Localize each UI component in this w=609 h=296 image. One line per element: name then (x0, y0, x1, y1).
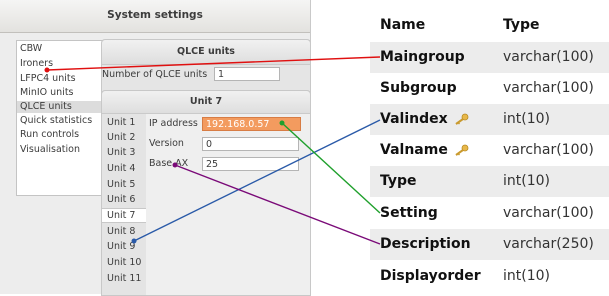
key-icon (455, 144, 469, 156)
title-bar: System settings (0, 0, 310, 33)
base-ax-input[interactable]: 25 (202, 157, 299, 171)
unit-tab-11[interactable]: Unit 11 (102, 271, 145, 286)
table-row: Valindex int(10) (370, 104, 609, 135)
nav-item-ironers[interactable]: Ironers (20, 58, 53, 70)
table-row: Setting varchar(100) (370, 198, 609, 229)
version-label: Version (149, 138, 184, 149)
row-type: int(10) (503, 111, 550, 127)
settings-nav-list: CBW Ironers LFPC4 units MinIO units QLCE… (16, 40, 111, 196)
unit-tab-10[interactable]: Unit 10 (102, 255, 145, 270)
nav-item-run-controls[interactable]: Run controls (20, 129, 79, 141)
nav-item-minio-units[interactable]: MinIO units (20, 87, 74, 99)
row-type: int(10) (503, 268, 550, 284)
qlce-units-title: QLCE units (177, 46, 235, 57)
row-name: Type (380, 173, 417, 189)
row-type: varchar(250) (503, 236, 594, 252)
row-name: Displayorder (380, 268, 481, 284)
key-icon (455, 113, 469, 125)
table-row: Type int(10) (370, 166, 609, 197)
window-title: System settings (107, 9, 203, 21)
qlce-units-panel-header: QLCE units (102, 40, 310, 65)
table-row: Maingroup varchar(100) (370, 42, 609, 73)
row-name: Setting (380, 205, 438, 221)
table-row: Valname varchar(100) (370, 135, 609, 166)
table-header-row: Name Type (370, 10, 609, 41)
header-type: Type (503, 17, 540, 33)
ip-address-input[interactable]: 192.168.0.57 (202, 117, 301, 131)
row-name: Valname (380, 142, 448, 158)
row-name: Subgroup (380, 80, 457, 96)
table-row: Displayorder int(10) (370, 261, 609, 292)
table-row: Subgroup varchar(100) (370, 73, 609, 104)
unit-tab-8[interactable]: Unit 8 (102, 224, 145, 239)
base-ax-label: Base AX (149, 158, 189, 169)
settings-window: System settings CBW Ironers LFPC4 units … (0, 0, 311, 296)
unit-tab-7[interactable]: Unit 7 (102, 208, 147, 223)
row-name: Maingroup (380, 49, 465, 65)
row-type: varchar(100) (503, 142, 594, 158)
unit-tab-5[interactable]: Unit 5 (102, 177, 145, 192)
row-type: varchar(100) (503, 205, 594, 221)
unit-count-input[interactable]: 1 (214, 67, 280, 81)
nav-item-cbw[interactable]: CBW (20, 43, 42, 55)
unit-tab-1[interactable]: Unit 1 (102, 115, 145, 130)
unit-tab-3[interactable]: Unit 3 (102, 145, 145, 160)
ip-address-label: IP address (149, 118, 198, 129)
unit-tab-6[interactable]: Unit 6 (102, 192, 145, 207)
row-name: Valindex (380, 111, 448, 127)
version-input[interactable]: 0 (202, 137, 299, 151)
unit-panel-title: Unit 7 (189, 96, 223, 107)
unit-tab-2[interactable]: Unit 2 (102, 130, 145, 145)
row-type: varchar(100) (503, 80, 594, 96)
row-type: varchar(100) (503, 49, 594, 65)
unit-tab-list: Unit 1 Unit 2 Unit 3 Unit 4 Unit 5 Unit … (102, 114, 147, 295)
nav-item-visualisation[interactable]: Visualisation (20, 144, 80, 156)
nav-item-lfpc4-units[interactable]: LFPC4 units (20, 73, 76, 85)
row-name: Description (380, 236, 471, 252)
unit-count-label: Number of QLCE units (102, 69, 208, 80)
diagram: System settings CBW Ironers LFPC4 units … (0, 0, 609, 296)
unit-tab-9[interactable]: Unit 9 (102, 239, 145, 254)
unit-panel-header: Unit 7 (102, 91, 310, 114)
row-type: int(10) (503, 173, 550, 189)
nav-item-qlce-units[interactable]: QLCE units (17, 101, 110, 113)
table-row: Description varchar(250) (370, 229, 609, 260)
header-name: Name (380, 17, 426, 33)
unit-tab-4[interactable]: Unit 4 (102, 161, 145, 176)
nav-item-quick-statistics[interactable]: Quick statistics (20, 115, 92, 127)
